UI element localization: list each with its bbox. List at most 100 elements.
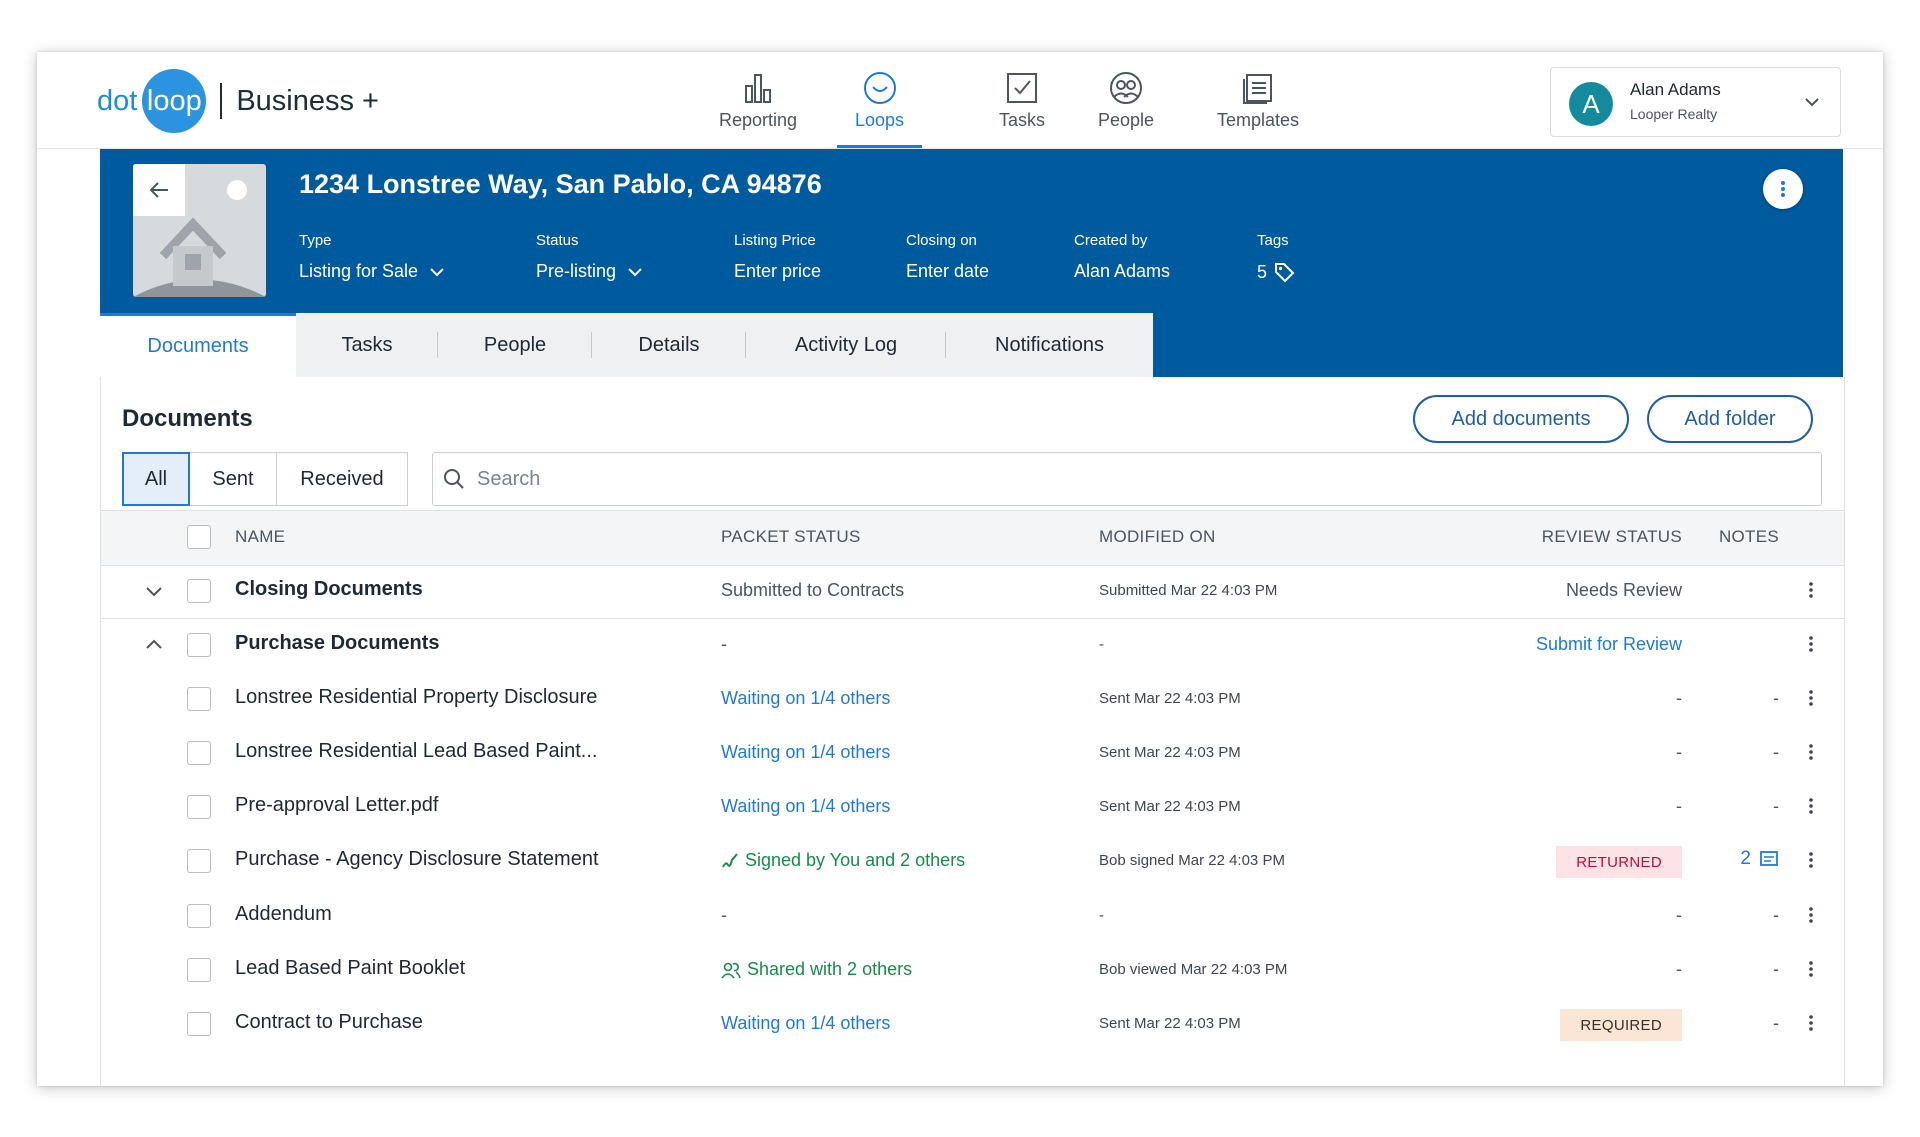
documents-panel: Documents Add documents Add folder All S… <box>100 377 1845 1086</box>
nav-label: Tasks <box>999 110 1046 130</box>
more-vertical-icon[interactable] <box>1808 634 1814 654</box>
meta-status[interactable]: Status Pre-listing <box>536 232 644 282</box>
document-name[interactable]: Contract to Purchase <box>235 1011 423 1034</box>
avatar: A <box>1569 82 1613 126</box>
table-row[interactable]: Addendum - - - - <box>101 889 1844 943</box>
meta-closing-date[interactable]: Closing on Enter date <box>906 232 989 282</box>
nav-reporting[interactable]: Reporting <box>719 70 797 148</box>
app-window: dot loop Business + Reporting Loops Task… <box>37 52 1883 1086</box>
column-header-name[interactable]: NAME <box>235 527 285 547</box>
row-checkbox[interactable] <box>187 741 211 765</box>
meta-listing-price[interactable]: Listing Price Enter price <box>734 232 821 282</box>
bar-chart-icon <box>745 74 772 103</box>
table-row[interactable]: Lonstree Residential Property Disclosure… <box>101 672 1844 726</box>
table-row[interactable]: Lonstree Residential Lead Based Paint...… <box>101 726 1844 780</box>
more-vertical-icon[interactable] <box>1808 688 1814 708</box>
search-input[interactable]: Search <box>432 452 1822 506</box>
more-vertical-icon[interactable] <box>1808 1013 1814 1033</box>
table-row[interactable]: Pre-approval Letter.pdf Waiting on 1/4 o… <box>101 780 1844 834</box>
row-checkbox[interactable] <box>187 1012 211 1036</box>
row-checkbox[interactable] <box>187 849 211 873</box>
table-row-folder[interactable]: Closing Documents Submitted to Contracts… <box>101 564 1844 619</box>
meta-label: Listing Price <box>734 232 816 249</box>
tag-icon <box>1275 263 1295 283</box>
tab-details[interactable]: Details <box>592 313 746 377</box>
column-header-notes[interactable]: NOTES <box>1719 527 1779 547</box>
packet-status[interactable]: Waiting on 1/4 others <box>721 796 890 817</box>
row-checkbox[interactable] <box>187 958 211 982</box>
column-header-modified-on[interactable]: MODIFIED ON <box>1099 527 1216 547</box>
tab-tasks[interactable]: Tasks <box>296 313 438 377</box>
table-row[interactable]: Contract to Purchase Waiting on 1/4 othe… <box>101 997 1844 1051</box>
review-status: - <box>1676 742 1682 762</box>
tab-documents[interactable]: Documents <box>100 313 296 377</box>
document-name[interactable]: Addendum <box>235 903 332 926</box>
notes-count-button[interactable]: 2 <box>1740 848 1779 870</box>
document-filter-segmented-control: All Sent Received <box>122 452 408 506</box>
more-vertical-icon[interactable] <box>1808 959 1814 979</box>
more-vertical-icon[interactable] <box>1808 742 1814 762</box>
more-vertical-icon[interactable] <box>1808 850 1814 870</box>
review-status: - <box>1676 796 1682 816</box>
loop-more-options-button[interactable] <box>1763 169 1803 209</box>
dotloop-logo[interactable]: dot loop Business + <box>97 68 379 134</box>
property-address: 1234 Lonstree Way, San Pablo, CA 94876 <box>299 169 822 199</box>
notes: - <box>1773 905 1779 925</box>
notes: - <box>1773 796 1779 816</box>
packet-status[interactable]: Shared with 2 others <box>721 959 912 980</box>
row-checkbox[interactable] <box>187 687 211 711</box>
folder-name[interactable]: Purchase Documents <box>235 632 440 655</box>
people-icon <box>1110 72 1143 104</box>
filter-all[interactable]: All <box>122 452 190 506</box>
row-checkbox[interactable] <box>187 633 211 657</box>
table-row-folder[interactable]: Purchase Documents - - Submit for Review <box>101 618 1844 672</box>
document-name[interactable]: Lead Based Paint Booklet <box>235 957 465 980</box>
chevron-up-icon[interactable] <box>144 635 164 655</box>
table-row[interactable]: Purchase - Agency Disclosure Statement S… <box>101 834 1844 888</box>
meta-type[interactable]: Type Listing for Sale <box>299 232 446 282</box>
meta-label: Created by <box>1074 232 1148 249</box>
more-vertical-icon[interactable] <box>1808 796 1814 816</box>
folder-name[interactable]: Closing Documents <box>235 578 423 601</box>
chevron-down-icon[interactable] <box>144 581 164 601</box>
nav-label: Reporting <box>719 110 798 130</box>
more-vertical-icon[interactable] <box>1808 580 1814 600</box>
document-name[interactable]: Pre-approval Letter.pdf <box>235 794 438 817</box>
packet-status[interactable]: Waiting on 1/4 others <box>721 1013 890 1034</box>
column-header-review-status[interactable]: REVIEW STATUS <box>1542 527 1682 547</box>
page-title: Documents <box>122 405 253 432</box>
row-checkbox[interactable] <box>187 904 211 928</box>
row-checkbox[interactable] <box>187 795 211 819</box>
more-vertical-icon[interactable] <box>1808 905 1814 925</box>
add-documents-button[interactable]: Add documents <box>1413 395 1629 443</box>
notes: - <box>1773 1013 1779 1033</box>
packet-status[interactable]: Signed by You and 2 others <box>721 850 965 871</box>
user-account-menu[interactable]: A Alan Adams Looper Realty <box>1550 67 1841 137</box>
filter-sent[interactable]: Sent <box>189 452 277 506</box>
nav-loops[interactable]: Loops <box>837 70 923 148</box>
tab-activity-log[interactable]: Activity Log <box>746 313 946 377</box>
packet-status[interactable]: Waiting on 1/4 others <box>721 742 890 763</box>
select-all-checkbox[interactable] <box>187 525 211 549</box>
document-name[interactable]: Purchase - Agency Disclosure Statement <box>235 848 599 871</box>
row-checkbox[interactable] <box>187 579 211 603</box>
nav-templates[interactable]: Templates <box>1217 70 1299 148</box>
back-button[interactable] <box>133 164 185 216</box>
loops-icon <box>863 72 896 104</box>
chevron-down-icon <box>628 267 642 276</box>
column-header-packet-status[interactable]: PACKET STATUS <box>721 527 861 547</box>
meta-tags[interactable]: Tags 5 <box>1257 232 1295 283</box>
tab-people[interactable]: People <box>438 313 592 377</box>
modified-on: Bob viewed Mar 22 4:03 PM <box>1099 961 1288 978</box>
tab-label: People <box>483 333 547 356</box>
submit-for-review-link[interactable]: Submit for Review <box>1536 634 1682 655</box>
tab-notifications[interactable]: Notifications <box>946 313 1153 377</box>
table-row[interactable]: Lead Based Paint Booklet Shared with 2 o… <box>101 943 1844 997</box>
nav-tasks[interactable]: Tasks <box>999 70 1045 148</box>
packet-status[interactable]: Waiting on 1/4 others <box>721 688 890 709</box>
filter-received[interactable]: Received <box>276 452 408 506</box>
nav-people[interactable]: People <box>1098 70 1154 148</box>
add-folder-button[interactable]: Add folder <box>1647 395 1813 443</box>
document-name[interactable]: Lonstree Residential Property Disclosure <box>235 686 597 709</box>
document-name[interactable]: Lonstree Residential Lead Based Paint... <box>235 740 597 763</box>
